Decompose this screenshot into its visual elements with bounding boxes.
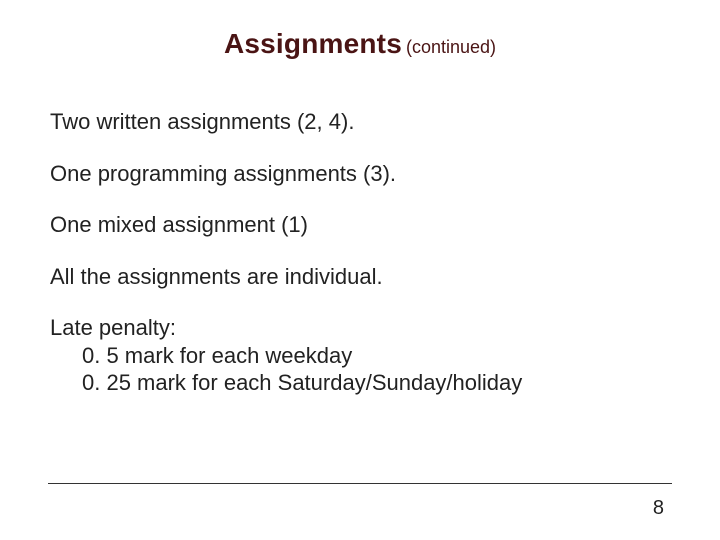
body-line-4: All the assignments are individual.: [50, 263, 670, 291]
title-sub: (continued): [406, 37, 496, 57]
page-number: 8: [653, 497, 664, 520]
title-main: Assignments: [224, 28, 402, 59]
body-line-3: One mixed assignment (1): [50, 211, 670, 239]
slide-body: Two written assignments (2, 4). One prog…: [50, 108, 670, 421]
slide-title: Assignments(continued): [0, 28, 720, 60]
body-line-2: One programming assignments (3).: [50, 160, 670, 188]
late-penalty-block: Late penalty: 0. 5 mark for each weekday…: [50, 314, 670, 397]
footer-divider: [48, 483, 672, 484]
late-penalty-label: Late penalty:: [50, 314, 670, 342]
late-penalty-line-2: 0. 25 mark for each Saturday/Sunday/holi…: [50, 369, 670, 397]
body-line-1: Two written assignments (2, 4).: [50, 108, 670, 136]
late-penalty-line-1: 0. 5 mark for each weekday: [50, 342, 670, 370]
slide: Assignments(continued) Two written assig…: [0, 0, 720, 540]
